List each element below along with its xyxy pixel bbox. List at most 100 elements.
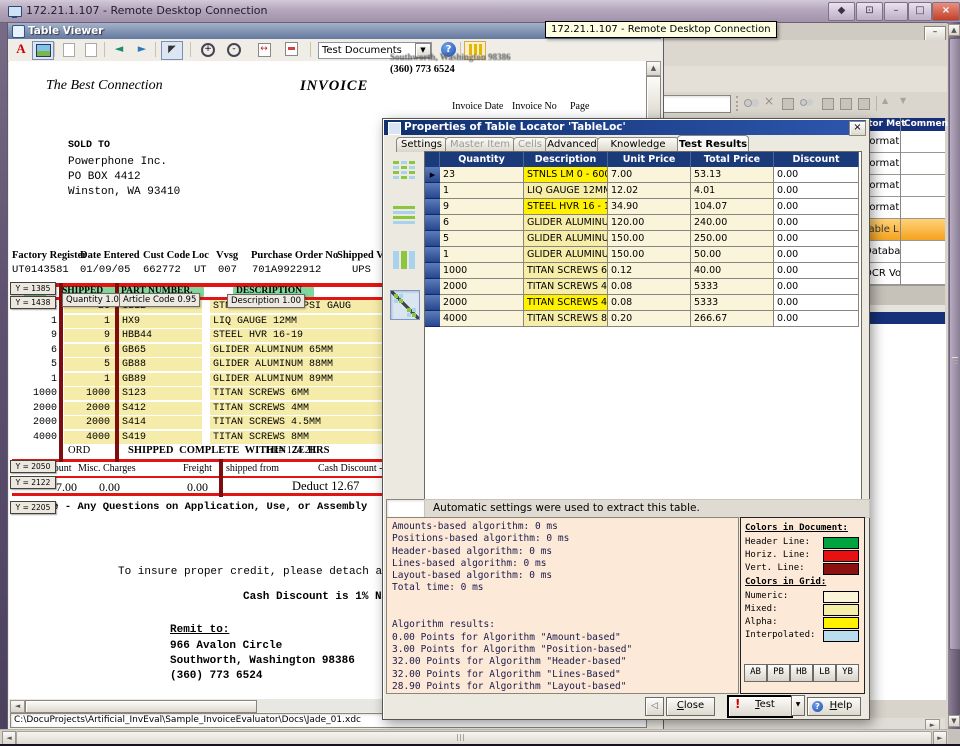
minimize-icon[interactable]: – bbox=[884, 2, 908, 21]
scroll-left-icon[interactable]: ◄ bbox=[10, 700, 25, 713]
row-selector[interactable]: ▶ bbox=[425, 167, 440, 183]
grid-cell[interactable]: 0.20 bbox=[608, 311, 691, 327]
row-selector[interactable] bbox=[425, 247, 440, 263]
tab-advanced[interactable]: Advanced bbox=[545, 137, 599, 152]
test-dropdown-icon[interactable]: ▼ bbox=[791, 695, 805, 716]
scroll-up-icon[interactable]: ▲ bbox=[948, 24, 960, 36]
rows-view-icon[interactable] bbox=[390, 201, 418, 229]
grid-cell[interactable]: 0.00 bbox=[774, 231, 859, 247]
yb-button[interactable]: YB bbox=[836, 664, 859, 682]
grid-cell[interactable]: 0.00 bbox=[774, 167, 859, 183]
test-results-grid[interactable]: Quantity Description Unit Price Total Pr… bbox=[424, 151, 862, 500]
tab-master-item[interactable]: Master Item bbox=[445, 137, 515, 152]
grid-cell[interactable]: 50.00 bbox=[691, 247, 774, 263]
hscroll-thumb[interactable] bbox=[25, 700, 257, 713]
test-page-icon[interactable] bbox=[858, 98, 870, 110]
row-selector[interactable] bbox=[425, 231, 440, 247]
grid-cell[interactable]: 0.00 bbox=[774, 247, 859, 263]
rdp-vscrollbar[interactable]: ▲ ▼ bbox=[948, 22, 960, 729]
hscroll-thumb[interactable] bbox=[16, 731, 932, 745]
scroll-up-icon[interactable]: ▲ bbox=[646, 61, 661, 76]
grid-cell[interactable]: 0.00 bbox=[774, 311, 859, 327]
scroll-right-icon[interactable]: ► bbox=[933, 731, 947, 745]
move-up-icon[interactable]: ▲ bbox=[882, 96, 888, 105]
grid-cell[interactable]: 0.08 bbox=[608, 279, 691, 295]
hb-button[interactable]: HB bbox=[790, 664, 813, 682]
grid-cell[interactable]: GLIDER ALUMINU bbox=[524, 247, 608, 263]
test-doc-icon[interactable] bbox=[822, 98, 834, 110]
lb-button[interactable]: LB bbox=[813, 664, 836, 682]
zoom-out-icon[interactable]: - bbox=[224, 41, 244, 58]
grid-cell[interactable]: 0.00 bbox=[774, 183, 859, 199]
fit-page-icon[interactable] bbox=[281, 41, 301, 58]
grid-cell[interactable]: 0.00 bbox=[774, 215, 859, 231]
locator-row[interactable]: OCR Vo bbox=[860, 263, 945, 285]
grid-cell[interactable]: 150.00 bbox=[608, 247, 691, 263]
scroll-down-icon[interactable]: ▼ bbox=[948, 715, 960, 727]
dialog-close-icon[interactable]: × bbox=[849, 121, 866, 136]
grid-cell[interactable]: 1000 bbox=[440, 263, 524, 279]
prev-doc-icon[interactable]: ◄ bbox=[109, 41, 129, 58]
help-button[interactable]: ? Help bbox=[807, 697, 861, 716]
columns-layout-icon[interactable] bbox=[390, 246, 418, 274]
pb-button[interactable]: PB bbox=[767, 664, 790, 682]
grid-cell[interactable]: GLIDER ALUMINU bbox=[524, 231, 608, 247]
grid-cell[interactable]: 0.00 bbox=[774, 199, 859, 215]
select-cursor-icon[interactable]: ◤ bbox=[161, 41, 183, 60]
next-page-icon[interactable] bbox=[81, 41, 101, 58]
right-panel-selected-band[interactable] bbox=[860, 312, 945, 324]
locator-row[interactable]: Databa bbox=[860, 241, 945, 263]
grid-cell[interactable]: 240.00 bbox=[691, 215, 774, 231]
connection-info-icon[interactable]: ◆ bbox=[828, 2, 855, 21]
grid-cell[interactable]: 53.13 bbox=[691, 167, 774, 183]
grid-cell[interactable]: 104.07 bbox=[691, 199, 774, 215]
vscroll-thumb[interactable] bbox=[646, 76, 661, 120]
next-doc-icon[interactable]: ► bbox=[132, 41, 152, 58]
grid-cell[interactable]: 266.67 bbox=[691, 311, 774, 327]
pin-icon[interactable]: ⊡ bbox=[856, 2, 883, 21]
dialog-titlebar[interactable]: Properties of Table Locator 'TableLoc' bbox=[384, 120, 866, 135]
grid-cell[interactable]: 0.12 bbox=[608, 263, 691, 279]
grid-cell[interactable]: 7.00 bbox=[608, 167, 691, 183]
grid-cell[interactable]: 5333 bbox=[691, 295, 774, 311]
grid-cell[interactable]: TITAN SCREWS 8 bbox=[524, 311, 608, 327]
ab-button[interactable]: AB bbox=[744, 664, 767, 682]
properties-icon[interactable] bbox=[782, 98, 794, 110]
grid-cell[interactable]: TITAN SCREWS 4 bbox=[524, 279, 608, 295]
test-button[interactable]: ! Test bbox=[727, 695, 793, 718]
grid-cell[interactable]: 2000 bbox=[440, 295, 524, 311]
rdp-titlebar[interactable]: 172.21.1.107 - Remote Desktop Connection… bbox=[0, 0, 960, 23]
grid-cell[interactable]: 4000 bbox=[440, 311, 524, 327]
grid-cell[interactable]: 0.00 bbox=[774, 279, 859, 295]
grid-cell[interactable]: 40.00 bbox=[691, 263, 774, 279]
grid-cell[interactable]: GLIDER ALUMINU bbox=[524, 215, 608, 231]
grid-cell[interactable]: 150.00 bbox=[608, 231, 691, 247]
locator-row[interactable]: Format bbox=[860, 153, 945, 175]
tab-settings[interactable]: Settings bbox=[396, 137, 447, 152]
row-selector[interactable] bbox=[425, 263, 440, 279]
zoom-in-icon[interactable]: + bbox=[198, 41, 218, 58]
test-all-icon[interactable] bbox=[840, 98, 852, 110]
mixed-view-icon[interactable] bbox=[390, 290, 420, 320]
grid-cell[interactable]: 0.00 bbox=[774, 295, 859, 311]
row-selector[interactable] bbox=[425, 199, 440, 215]
text-mode-icon[interactable]: A bbox=[11, 41, 31, 58]
grid-cell[interactable]: STNLS LM 0 - 600 bbox=[524, 167, 608, 183]
vscroll-thumb[interactable] bbox=[949, 38, 960, 650]
grid-cell[interactable]: 1 bbox=[440, 183, 524, 199]
fit-width-icon[interactable]: ↔ bbox=[254, 41, 274, 58]
grid-cell[interactable]: 12.02 bbox=[608, 183, 691, 199]
grid-cell[interactable]: 0.00 bbox=[774, 263, 859, 279]
row-selector[interactable] bbox=[425, 311, 440, 327]
maximize-icon[interactable]: □ bbox=[908, 2, 932, 21]
row-selector[interactable] bbox=[425, 279, 440, 295]
prev-page-icon[interactable] bbox=[59, 41, 79, 58]
grid-cell[interactable]: TITAN SCREWS 6 bbox=[524, 263, 608, 279]
grid-cell[interactable]: 34.90 bbox=[608, 199, 691, 215]
grid-header-quantity[interactable]: Quantity bbox=[440, 152, 524, 167]
grid-cell[interactable]: TITAN SCREWS 4. bbox=[524, 295, 608, 311]
grid-cell[interactable]: 2000 bbox=[440, 279, 524, 295]
row-selector[interactable] bbox=[425, 183, 440, 199]
image-mode-icon[interactable] bbox=[32, 41, 54, 60]
grid-cell[interactable]: 9 bbox=[440, 199, 524, 215]
